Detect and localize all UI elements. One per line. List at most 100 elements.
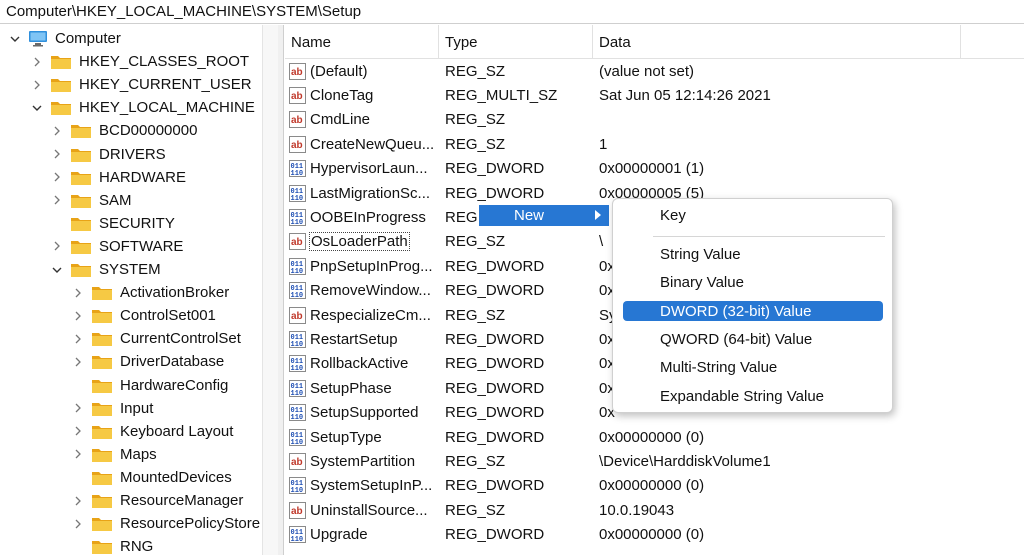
- svg-text:ab: ab: [291, 311, 303, 322]
- tree-node-label: HKEY_CLASSES_ROOT: [79, 53, 250, 71]
- tree-node-key[interactable]: MountedDevices: [71, 466, 232, 489]
- chevron-right-icon[interactable]: [71, 424, 85, 438]
- tree-scrollbar[interactable]: [262, 25, 278, 555]
- submenu-item[interactable]: DWORD (32-bit) Value: [623, 301, 883, 321]
- tree-node-hive[interactable]: HKEY_LOCAL_MACHINE: [30, 96, 255, 119]
- value-type: REG_DWORD: [445, 355, 545, 373]
- chevron-down-icon[interactable]: [30, 101, 44, 115]
- table-row[interactable]: ab CreateNewQueu... REG_SZ 1: [285, 132, 1024, 156]
- value-name-cell: ab CloneTag: [289, 83, 439, 107]
- tree-node-key[interactable]: SOFTWARE: [50, 235, 183, 258]
- value-name: HypervisorLaun...: [310, 160, 428, 178]
- svg-text:110: 110: [291, 292, 304, 299]
- folder-icon: [91, 446, 113, 463]
- submenu-separator: [653, 236, 885, 237]
- tree-node-key[interactable]: Keyboard Layout: [71, 420, 233, 443]
- column-header-data[interactable]: Data: [593, 25, 961, 59]
- tree-node-key[interactable]: ControlSet001: [71, 304, 216, 327]
- table-row[interactable]: ab CloneTag REG_MULTI_SZ Sat Jun 05 12:14:2…: [285, 83, 1024, 107]
- column-header-type[interactable]: Type: [439, 25, 593, 59]
- chevron-down-icon[interactable]: [50, 263, 64, 277]
- submenu-item[interactable]: QWORD (64-bit) Value: [623, 329, 883, 349]
- value-name: SystemPartition: [310, 452, 416, 470]
- table-row[interactable]: ab SystemPartition REG_SZ \Device\HarddiskV…: [285, 449, 1024, 473]
- table-row[interactable]: ab (Default) REG_SZ (value not set): [285, 59, 1024, 83]
- submenu-item[interactable]: Multi-String Value: [623, 357, 883, 377]
- string-value-icon: ab: [289, 501, 310, 519]
- folder-icon: [91, 423, 113, 440]
- address-bar[interactable]: Computer\HKEY_LOCAL_MACHINE\SYSTEM\Setup: [0, 0, 1024, 24]
- tree-node-label: ResourceManager: [120, 492, 244, 509]
- submenu-item[interactable]: String Value: [623, 244, 883, 264]
- tree-node-hive[interactable]: HKEY_CLASSES_ROOT: [30, 50, 249, 73]
- column-header-name[interactable]: Name: [285, 25, 439, 59]
- folder-icon: [70, 146, 92, 163]
- svg-text:110: 110: [291, 414, 304, 421]
- chevron-down-icon[interactable]: [8, 32, 22, 46]
- chevron-right-icon[interactable]: [71, 517, 85, 531]
- value-name: SystemSetupInP...: [310, 477, 433, 495]
- chevron-right-icon[interactable]: [50, 239, 64, 253]
- pane-splitter[interactable]: [278, 25, 284, 555]
- tree-node-key[interactable]: HARDWARE: [50, 166, 186, 189]
- value-name-cell: 011 110 RestartSetup: [289, 327, 439, 351]
- table-row[interactable]: 011 110 Upgrade REG_DWORD 0x00000000 (0): [285, 523, 1024, 547]
- tree-node-key[interactable]: RNG: [71, 535, 153, 555]
- binary-value-icon: 011 110: [289, 404, 310, 422]
- chevron-right-icon[interactable]: [71, 401, 85, 415]
- tree-node-key[interactable]: Input: [71, 397, 153, 420]
- tree-node-key[interactable]: DriverDatabase: [71, 350, 224, 373]
- chevron-right-icon[interactable]: [71, 355, 85, 369]
- svg-text:ab: ab: [291, 140, 303, 151]
- value-type: REG_DWORD: [445, 160, 545, 178]
- tree-node-key[interactable]: CurrentControlSet: [71, 327, 241, 350]
- submenu-item[interactable]: Expandable String Value: [623, 386, 883, 406]
- tree-node-hive[interactable]: HKEY_CURRENT_USER: [30, 73, 252, 96]
- table-row[interactable]: ab CmdLine REG_SZ: [285, 108, 1024, 132]
- chevron-right-icon[interactable]: [50, 193, 64, 207]
- value-data: 0x00000000 (0): [599, 428, 705, 446]
- tree-node-key[interactable]: ResourceManager: [71, 489, 243, 512]
- submenu-item[interactable]: Binary Value: [623, 272, 883, 292]
- tree-node-key[interactable]: HardwareConfig: [71, 374, 228, 397]
- chevron-right-icon[interactable]: [50, 124, 64, 138]
- tree-node-label: Maps: [120, 445, 157, 463]
- tree-node-label: HARDWARE: [99, 168, 186, 186]
- value-type: REG_DWORD: [445, 330, 545, 348]
- tree-node-key[interactable]: ActivationBroker: [71, 281, 229, 304]
- chevron-right-icon[interactable]: [71, 494, 85, 508]
- value-name-cell: 011 110 SetupPhase: [289, 376, 439, 400]
- tree-node-key[interactable]: Maps: [71, 443, 157, 466]
- value-name: CloneTag: [310, 86, 374, 104]
- chevron-right-icon[interactable]: [71, 286, 85, 300]
- value-name-cell: 011 110 LastMigrationSc...: [289, 181, 439, 205]
- tree-node-key[interactable]: SECURITY: [50, 212, 175, 235]
- tree-node-key[interactable]: SYSTEM: [50, 258, 161, 281]
- chevron-right-icon[interactable]: [71, 447, 85, 461]
- chevron-right-icon[interactable]: [30, 78, 44, 92]
- tree-node-label: ActivationBroker: [120, 284, 230, 302]
- tree-node-key[interactable]: SAM: [50, 189, 132, 212]
- table-row[interactable]: 011 110 SetupType REG_DWORD 0x00000000 (0): [285, 425, 1024, 449]
- submenu-item[interactable]: Key: [623, 205, 883, 225]
- tree-node-key[interactable]: BCD00000000: [50, 119, 197, 142]
- value-type: REG_DWORD: [445, 184, 545, 202]
- chevron-right-icon[interactable]: [30, 55, 44, 69]
- table-row[interactable]: 011 110 SystemSetupInP... REG_DWORD 0x000000…: [285, 474, 1024, 498]
- table-row[interactable]: ab UninstallSource... REG_SZ 10.0.19043: [285, 498, 1024, 522]
- chevron-right-icon[interactable]: [50, 170, 64, 184]
- tree-node-key[interactable]: DRIVERS: [50, 143, 166, 166]
- svg-text:ab: ab: [291, 115, 303, 126]
- context-menu-new[interactable]: New: [479, 205, 609, 226]
- value-data: 1: [599, 135, 608, 153]
- key-tree[interactable]: Computer HKEY_CLASSES_ROOT HKEY_CURRENT_US…: [0, 25, 278, 555]
- table-row[interactable]: 011 110 HypervisorLaun... REG_DWORD 0x000000…: [285, 157, 1024, 181]
- chevron-right-icon[interactable]: [71, 332, 85, 346]
- tree-node-key[interactable]: ResourcePolicyStore: [71, 512, 260, 535]
- new-submenu: Key String Value Binary Value DWORD (32-bit…: [612, 198, 893, 413]
- binary-value-icon: 011 110: [289, 184, 310, 202]
- chevron-right-icon[interactable]: [50, 147, 64, 161]
- chevron-right-icon[interactable]: [71, 309, 85, 323]
- tree-node-computer[interactable]: Computer: [8, 27, 121, 50]
- value-name: CmdLine: [310, 111, 371, 129]
